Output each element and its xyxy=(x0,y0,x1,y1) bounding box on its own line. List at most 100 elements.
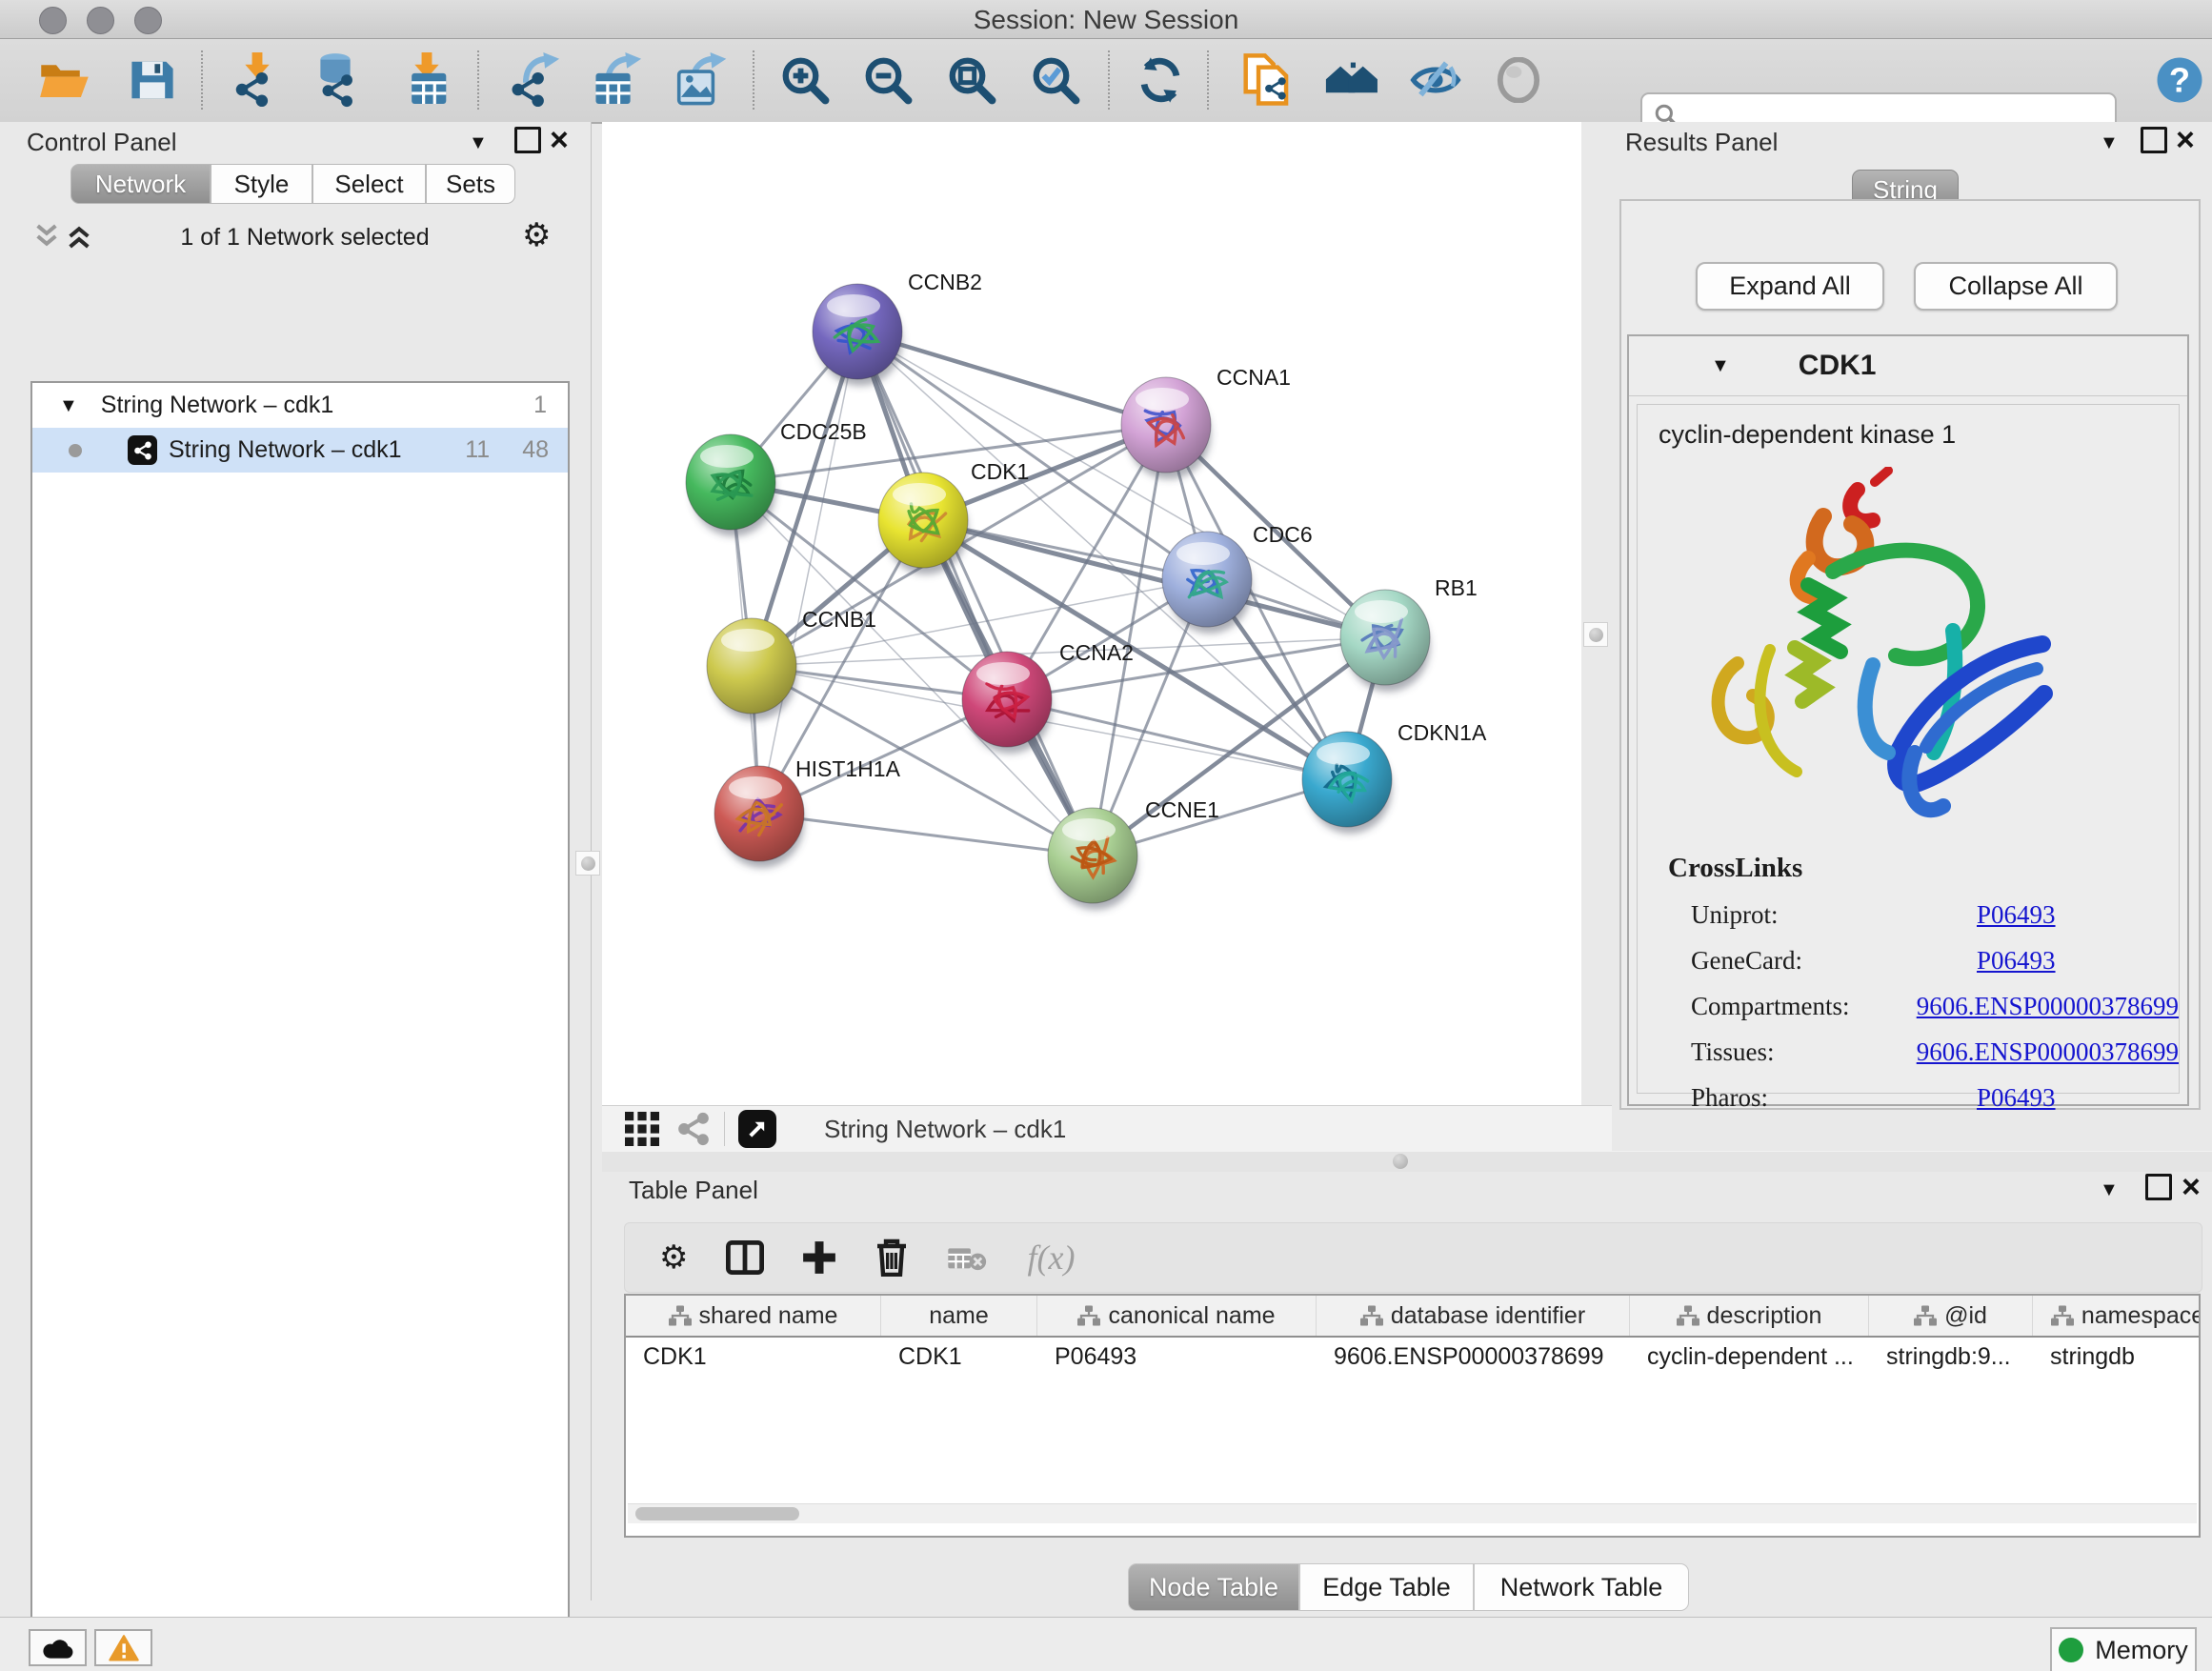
cloud-status-button[interactable] xyxy=(29,1629,87,1666)
network-node-CCNB1[interactable]: CCNB1 xyxy=(707,607,876,720)
export-network-button[interactable] xyxy=(504,49,567,111)
vertical-splitter[interactable] xyxy=(1581,122,1615,1105)
node-label-CDC25B: CDC25B xyxy=(780,419,867,444)
network-collection-row[interactable]: ▼ String Network – cdk1 1 xyxy=(32,383,568,428)
tab-network[interactable]: Network xyxy=(70,164,211,204)
tab-node-table[interactable]: Node Table xyxy=(1128,1563,1299,1611)
zoom-in-button[interactable] xyxy=(774,49,836,111)
import-table-file-button[interactable] xyxy=(395,49,458,111)
crosslink-value-link[interactable]: 9606.ENSP00000378699 xyxy=(1917,1037,2179,1067)
table-tabs: Node Table Edge Table Network Table xyxy=(1128,1563,1689,1611)
grid-view-icon[interactable] xyxy=(625,1112,659,1146)
zoom-fit-button[interactable] xyxy=(940,49,1003,111)
function-builder-icon[interactable]: f(x) xyxy=(1027,1238,1075,1278)
split-columns-icon[interactable] xyxy=(726,1240,764,1275)
table-panel-menu-icon[interactable]: ▼ xyxy=(2100,1180,2119,1199)
collapse-all-icon[interactable] xyxy=(34,223,59,250)
results-panel-close-icon[interactable]: × xyxy=(2176,124,2195,156)
column-header--id[interactable]: @id xyxy=(1869,1296,2033,1336)
column-header-database-identifier[interactable]: database identifier xyxy=(1317,1296,1630,1336)
network-row-selected[interactable]: String Network – cdk1 11 48 xyxy=(32,428,568,473)
network-view-icon[interactable] xyxy=(676,1112,711,1146)
import-network-database-button[interactable] xyxy=(304,49,367,111)
network-canvas[interactable]: CCNB2CCNA1CDC25BCDK1CDC6RB1CCNB1CCNA2CDK… xyxy=(602,122,1581,1105)
zoom-selected-button[interactable] xyxy=(1024,49,1087,111)
crosslink-value-link[interactable]: P06493 xyxy=(1977,946,2056,976)
network-node-RB1[interactable]: RB1 xyxy=(1340,575,1478,692)
column-header-namespace[interactable]: namespace xyxy=(2033,1296,2201,1336)
column-header-name[interactable]: name xyxy=(881,1296,1037,1336)
table-cell[interactable]: CDK1 xyxy=(626,1338,881,1376)
table-gear-icon[interactable]: ⚙ xyxy=(659,1241,688,1274)
save-session-button[interactable] xyxy=(121,49,184,111)
gene-expander-icon[interactable]: ▼ xyxy=(1711,356,1730,375)
clear-table-icon[interactable] xyxy=(947,1243,987,1272)
tab-sets[interactable]: Sets xyxy=(426,164,515,204)
results-panel-float-icon[interactable] xyxy=(2141,127,2167,153)
column-header-description[interactable]: description xyxy=(1630,1296,1869,1336)
warnings-button[interactable] xyxy=(94,1629,152,1666)
node-table[interactable]: shared name namecanonical namedatabase id… xyxy=(624,1294,2201,1538)
network-node-CCNE1[interactable]: CCNE1 xyxy=(1048,797,1219,910)
table-cell[interactable]: P06493 xyxy=(1037,1338,1317,1376)
results-panel-menu-icon[interactable]: ▼ xyxy=(2100,133,2119,152)
network-node-CDKN1A[interactable]: CDKN1A xyxy=(1302,720,1487,834)
tab-style[interactable]: Style xyxy=(211,164,312,204)
warning-icon xyxy=(109,1635,139,1661)
column-header-canonical-name[interactable]: canonical name xyxy=(1037,1296,1317,1336)
crosslink-value-link[interactable]: 9606.ENSP00000378699 xyxy=(1917,992,2179,1021)
table-cell[interactable]: CDK1 xyxy=(881,1338,1037,1376)
crosslink-value-link[interactable]: P06493 xyxy=(1977,1083,2056,1113)
delete-column-icon[interactable] xyxy=(875,1238,909,1277)
help-button[interactable]: ? xyxy=(2148,49,2211,111)
table-cell[interactable]: cyclin-dependent ... xyxy=(1630,1338,1869,1376)
memory-button[interactable]: Memory xyxy=(2050,1627,2197,1671)
gene-entry-header[interactable]: ▼ CDK1 xyxy=(1629,336,2187,396)
scrollbar-thumb[interactable] xyxy=(635,1507,799,1520)
right-splitter-handle[interactable] xyxy=(1583,622,1608,647)
update-network-button[interactable] xyxy=(1129,49,1192,111)
network-node-HIST1H1A[interactable]: HIST1H1A xyxy=(714,756,901,868)
zoom-out-button[interactable] xyxy=(856,49,919,111)
export-image-button[interactable] xyxy=(669,49,732,111)
import-network-icon xyxy=(230,52,285,108)
table-panel-title: Table Panel xyxy=(629,1176,758,1205)
tab-network-table[interactable]: Network Table xyxy=(1474,1563,1689,1611)
eye-slash-icon xyxy=(1408,59,1463,101)
left-splitter-handle[interactable] xyxy=(575,851,600,876)
table-row[interactable]: CDK1CDK1P064939606.ENSP00000378699cyclin… xyxy=(626,1338,2199,1376)
network-node-CCNA2[interactable]: CCNA2 xyxy=(962,640,1134,754)
tab-select[interactable]: Select xyxy=(312,164,426,204)
control-panel-close-icon[interactable]: × xyxy=(550,124,569,156)
first-neighbors-button[interactable] xyxy=(1321,49,1384,111)
crosslink-value-link[interactable]: P06493 xyxy=(1977,900,2056,930)
import-network-file-button[interactable] xyxy=(226,49,289,111)
network-options-gear-icon[interactable]: ⚙ xyxy=(522,219,551,252)
collapse-all-button[interactable]: Collapse All xyxy=(1914,262,2118,311)
collection-expander-icon[interactable]: ▼ xyxy=(59,396,78,415)
copy-style-button[interactable] xyxy=(1236,49,1298,111)
zoom-fit-icon xyxy=(946,54,997,106)
column-label: shared name xyxy=(699,1302,838,1330)
horizontal-splitter-handle[interactable] xyxy=(1393,1154,1408,1169)
table-panel-close-icon[interactable]: × xyxy=(2182,1171,2201,1203)
hide-selection-button[interactable] xyxy=(1404,49,1467,111)
export-table-button[interactable] xyxy=(586,49,649,111)
table-horizontal-scrollbar[interactable] xyxy=(628,1503,2197,1523)
tab-edge-table[interactable]: Edge Table xyxy=(1299,1563,1474,1611)
table-cell[interactable]: 9606.ENSP00000378699 xyxy=(1317,1338,1630,1376)
birds-eye-view-button[interactable] xyxy=(738,1110,776,1148)
open-session-button[interactable] xyxy=(33,49,96,111)
expand-all-icon[interactable] xyxy=(67,223,91,250)
network-node-CDC6[interactable]: CDC6 xyxy=(1162,522,1313,634)
table-panel-float-icon[interactable] xyxy=(2145,1174,2172,1200)
show-graphics-button[interactable] xyxy=(1487,49,1550,111)
add-column-icon[interactable] xyxy=(802,1240,836,1275)
network-view[interactable]: CCNB2CCNA1CDC25BCDK1CDC6RB1CCNB1CCNA2CDK… xyxy=(602,122,1581,1105)
control-panel-float-icon[interactable] xyxy=(514,127,541,153)
expand-all-button[interactable]: Expand All xyxy=(1696,262,1884,311)
table-cell[interactable]: stringdb xyxy=(2033,1338,2201,1376)
column-header-shared-name[interactable]: shared name xyxy=(626,1296,881,1336)
table-cell[interactable]: stringdb:9... xyxy=(1869,1338,2033,1376)
control-panel-menu-icon[interactable]: ▼ xyxy=(469,133,488,152)
